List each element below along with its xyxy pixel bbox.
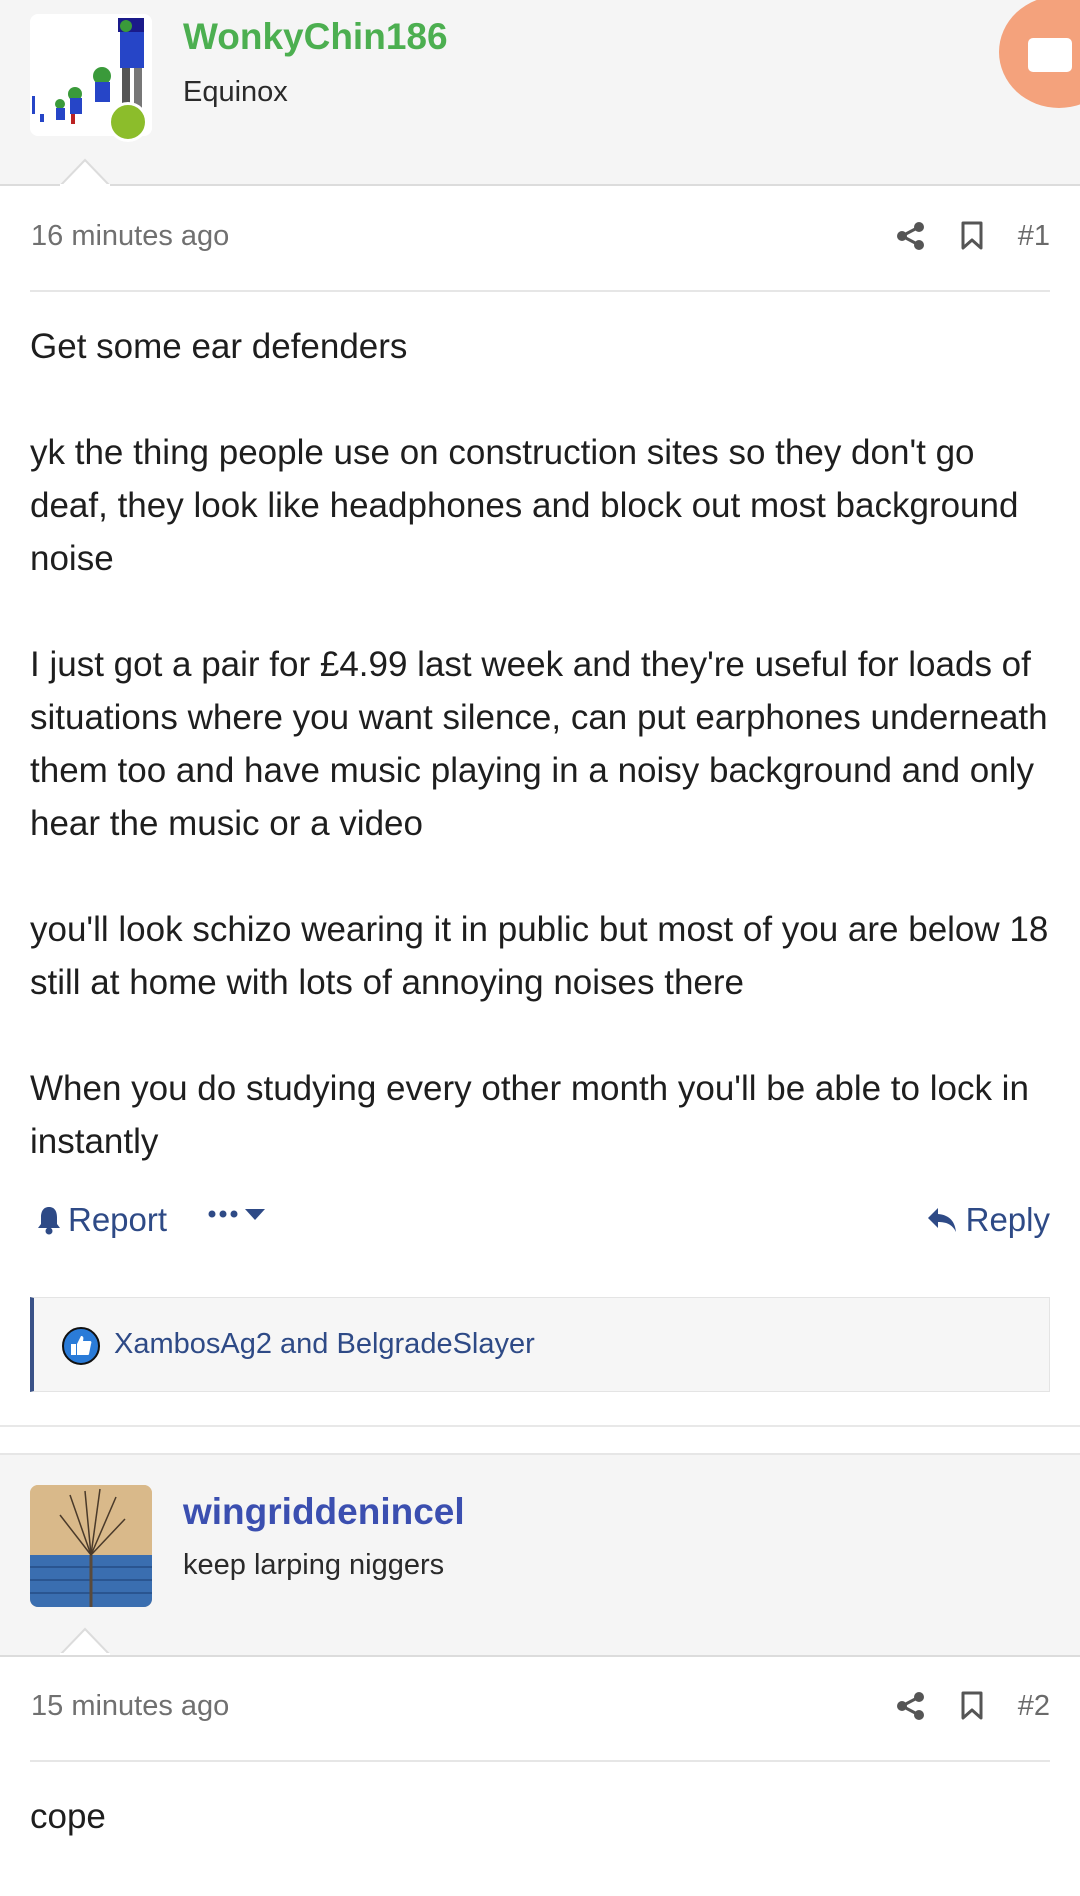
post-1-header-pointer <box>60 158 110 186</box>
ellipsis-icon <box>208 1209 238 1219</box>
post-1-paragraph: I just got a pair for £4.99 last week an… <box>30 645 1048 843</box>
post-2-user-title: keep larping niggers <box>183 1549 445 1581</box>
reactions-users[interactable]: XambosAg2 and BelgradeSlayer <box>114 1328 535 1361</box>
post-1-actions: #1 <box>896 208 1050 264</box>
post-1-paragraph: When you do studying every other month y… <box>30 1069 1029 1161</box>
post-2-body: cope <box>30 1790 1050 1896</box>
bell-icon <box>36 1205 62 1235</box>
post-1-user-title: Equinox <box>183 76 288 108</box>
bookmark-icon[interactable] <box>960 221 984 251</box>
post-2-meta: 15 minutes ago #2 <box>30 1656 1050 1762</box>
more-options-button[interactable] <box>208 1207 266 1221</box>
video-icon <box>1028 38 1072 72</box>
share-icon[interactable] <box>896 221 926 251</box>
post-separator <box>0 1425 1080 1451</box>
share-icon[interactable] <box>896 1691 926 1721</box>
report-button[interactable]: Report <box>36 1201 167 1239</box>
post-1-paragraph: you'll look schizo wearing it in public … <box>30 910 1049 1002</box>
post-2-username[interactable]: wingriddenincel <box>183 1491 465 1533</box>
post-1-meta: 16 minutes ago #1 <box>30 186 1050 292</box>
post-1-online-indicator <box>108 102 148 142</box>
caret-down-icon <box>244 1207 266 1221</box>
post-1-user-header: WonkyChin186 Equinox <box>0 0 1080 186</box>
report-label: Report <box>68 1201 168 1238</box>
post-1-paragraph: Get some ear defenders <box>30 327 408 366</box>
post-2-user-header: wingriddenincel keep larping niggers <box>0 1453 1080 1657</box>
post-2-timestamp[interactable]: 15 minutes ago <box>31 1690 229 1723</box>
reply-button[interactable]: Reply <box>926 1201 1050 1239</box>
post-1-timestamp[interactable]: 16 minutes ago <box>31 220 229 253</box>
reply-icon <box>926 1206 958 1234</box>
like-icon <box>62 1327 100 1365</box>
reply-label: Reply <box>965 1201 1050 1238</box>
post-2-actions: #2 <box>896 1678 1050 1734</box>
post-1-body: Get some ear defenders yk the thing peop… <box>30 320 1050 1221</box>
post-2-number[interactable]: #2 <box>1018 1690 1050 1723</box>
post-2-paragraph: cope <box>30 1797 106 1836</box>
post-1-paragraph: yk the thing people use on construction … <box>30 433 1019 578</box>
post-1-username[interactable]: WonkyChin186 <box>183 16 448 58</box>
post-1-reactions[interactable]: XambosAg2 and BelgradeSlayer <box>30 1297 1050 1392</box>
bookmark-icon[interactable] <box>960 1691 984 1721</box>
post-2-header-pointer <box>60 1627 110 1655</box>
post-2-avatar[interactable] <box>30 1485 152 1607</box>
post-1-number[interactable]: #1 <box>1018 220 1050 253</box>
post-1-footer-actions: Report Reply <box>30 1201 1050 1261</box>
